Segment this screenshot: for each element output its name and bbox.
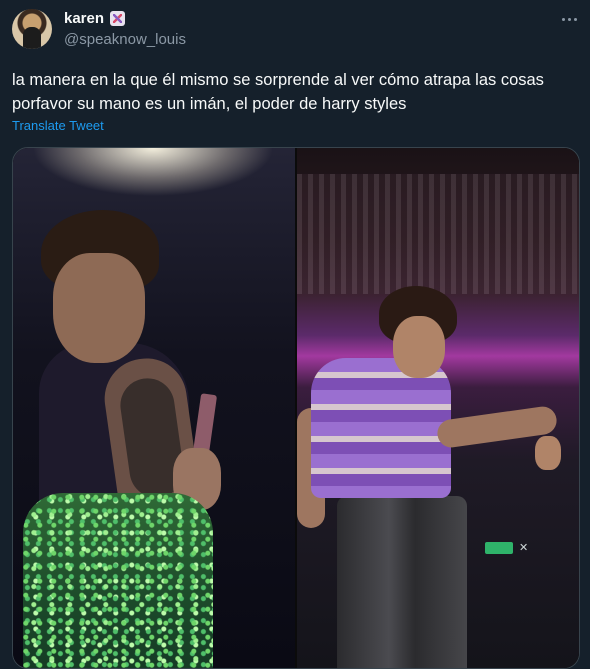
tweet: karen @speaknow_louis la manera en la qu…	[0, 0, 590, 669]
left-glitter-jacket	[23, 493, 213, 668]
left-figure-face	[53, 253, 145, 363]
media-container[interactable]: ✕	[12, 147, 580, 669]
more-dot	[561, 17, 565, 21]
media-photo-right[interactable]: ✕	[297, 148, 579, 668]
translate-tweet-link[interactable]: Translate Tweet	[12, 118, 104, 133]
more-options-icon[interactable]	[556, 8, 582, 30]
avatar-figure	[23, 27, 41, 49]
display-name[interactable]: karen	[64, 10, 104, 27]
user-handle[interactable]: @speaknow_louis	[64, 31, 186, 48]
exit-sign-icon	[485, 542, 513, 554]
more-dot	[567, 17, 571, 21]
left-held-object	[192, 393, 218, 455]
tweet-text: la manera en la que él mismo se sorprend…	[12, 71, 544, 113]
avatar[interactable]	[12, 9, 52, 49]
right-crowd-background	[297, 174, 579, 294]
right-figure-pants	[337, 496, 467, 668]
more-dot	[573, 17, 577, 21]
media-photo-left[interactable]	[13, 148, 295, 668]
exit-arrow-icon: ✕	[519, 542, 529, 554]
author-name-row: karen	[64, 10, 126, 27]
emoji-badge-icon	[110, 11, 126, 26]
right-figure-face	[393, 316, 445, 378]
right-figure-shirt	[311, 358, 451, 498]
right-figure-hand	[535, 436, 561, 470]
